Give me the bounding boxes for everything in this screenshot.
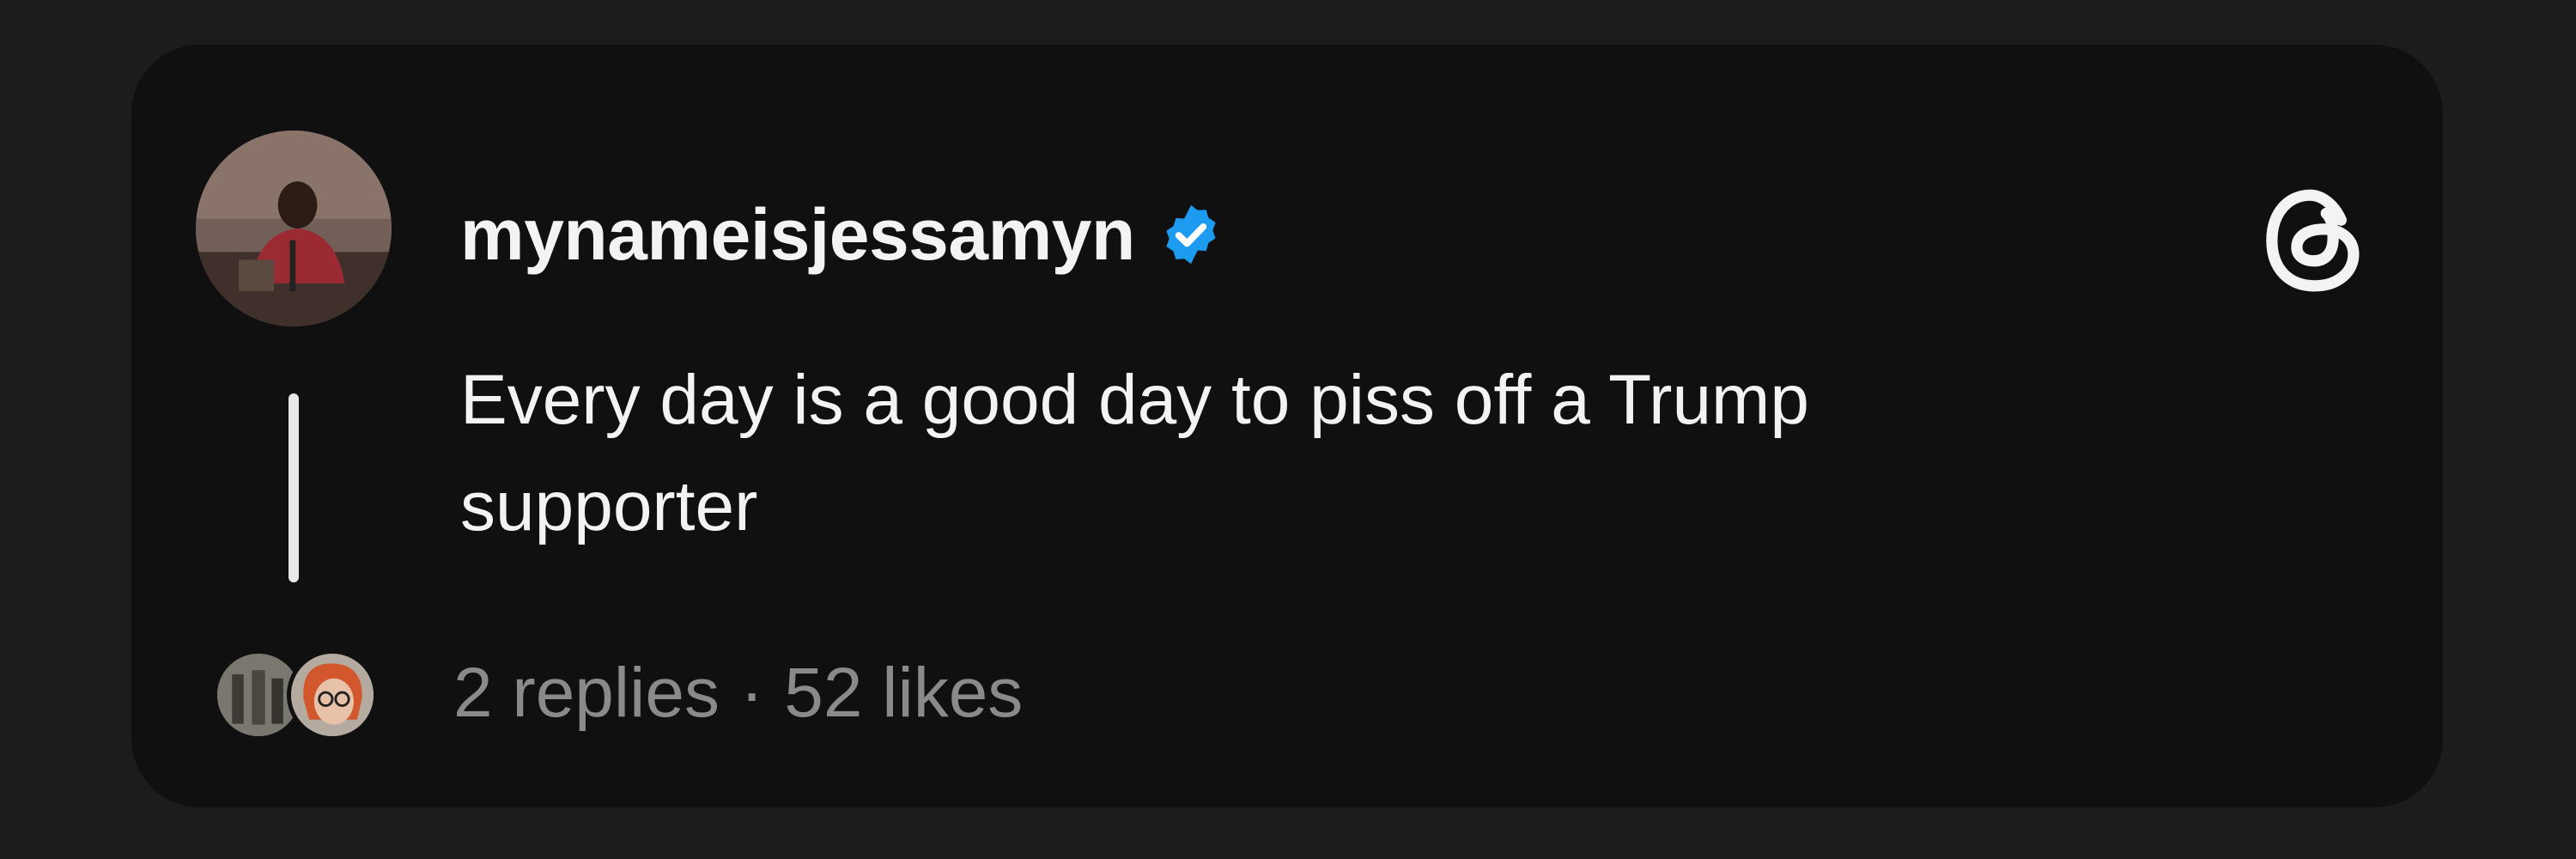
thread-connector-line (289, 393, 299, 582)
replier-avatars (213, 646, 385, 740)
author-username[interactable]: mynameisjessamyn (460, 193, 1135, 277)
stats-separator: · (739, 654, 764, 732)
threads-logo-icon[interactable] (2258, 184, 2372, 297)
author-row: mynameisjessamyn (460, 187, 1224, 282)
replier-avatar-2 (287, 649, 378, 740)
post-text-line-2: supporter (460, 467, 758, 545)
verified-check-icon (1166, 204, 1216, 265)
post-body: Every day is a good day to piss off a Tr… (460, 347, 2178, 560)
author-avatar[interactable] (196, 131, 392, 326)
likes-count-link[interactable]: 52 likes (784, 653, 1023, 734)
replies-count-link[interactable]: 2 replies (453, 653, 720, 734)
post-stats: 2 replies · 52 likes (453, 646, 1023, 740)
post-text-line-1: Every day is a good day to piss off a Tr… (460, 361, 1809, 439)
